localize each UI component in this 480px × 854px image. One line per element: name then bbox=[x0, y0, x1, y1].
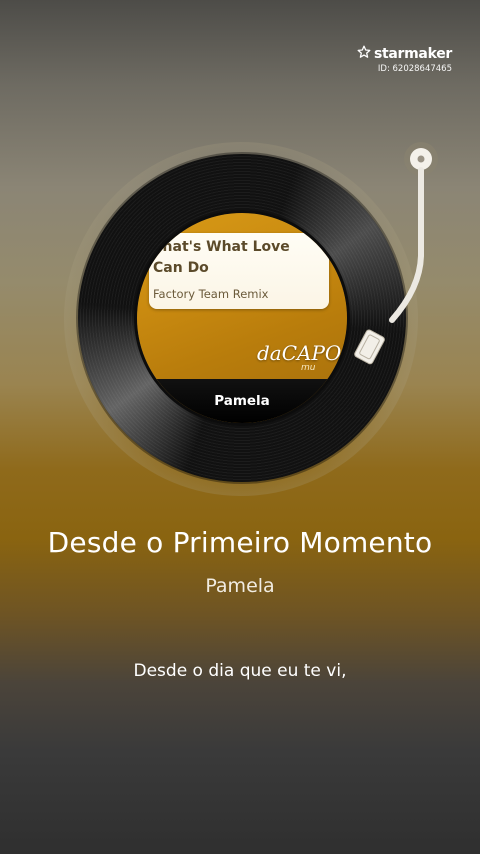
label-publisher-logo: daCAPO bbox=[257, 341, 342, 365]
label-song-title: That's What Love Can Do bbox=[153, 239, 290, 276]
song-title: Desde o Primeiro Momento bbox=[47, 526, 433, 559]
artist-name: Pamela bbox=[205, 575, 275, 597]
label-remix: Factory Team Remix bbox=[153, 287, 269, 301]
record-label: That's What Love Can Do Factory Team Rem… bbox=[137, 213, 347, 423]
label-publisher-sub: mu bbox=[301, 363, 316, 373]
star-icon bbox=[357, 44, 371, 63]
starmaker-watermark: starmaker ID: 62028647465 bbox=[357, 44, 452, 74]
tonearm-icon bbox=[354, 142, 438, 365]
label-artist: Pamela bbox=[214, 393, 270, 409]
user-id: ID: 62028647465 bbox=[377, 64, 452, 74]
brand-name: starmaker bbox=[373, 45, 452, 62]
current-lyric-line: Desde o dia que eu te vi, bbox=[133, 661, 347, 681]
